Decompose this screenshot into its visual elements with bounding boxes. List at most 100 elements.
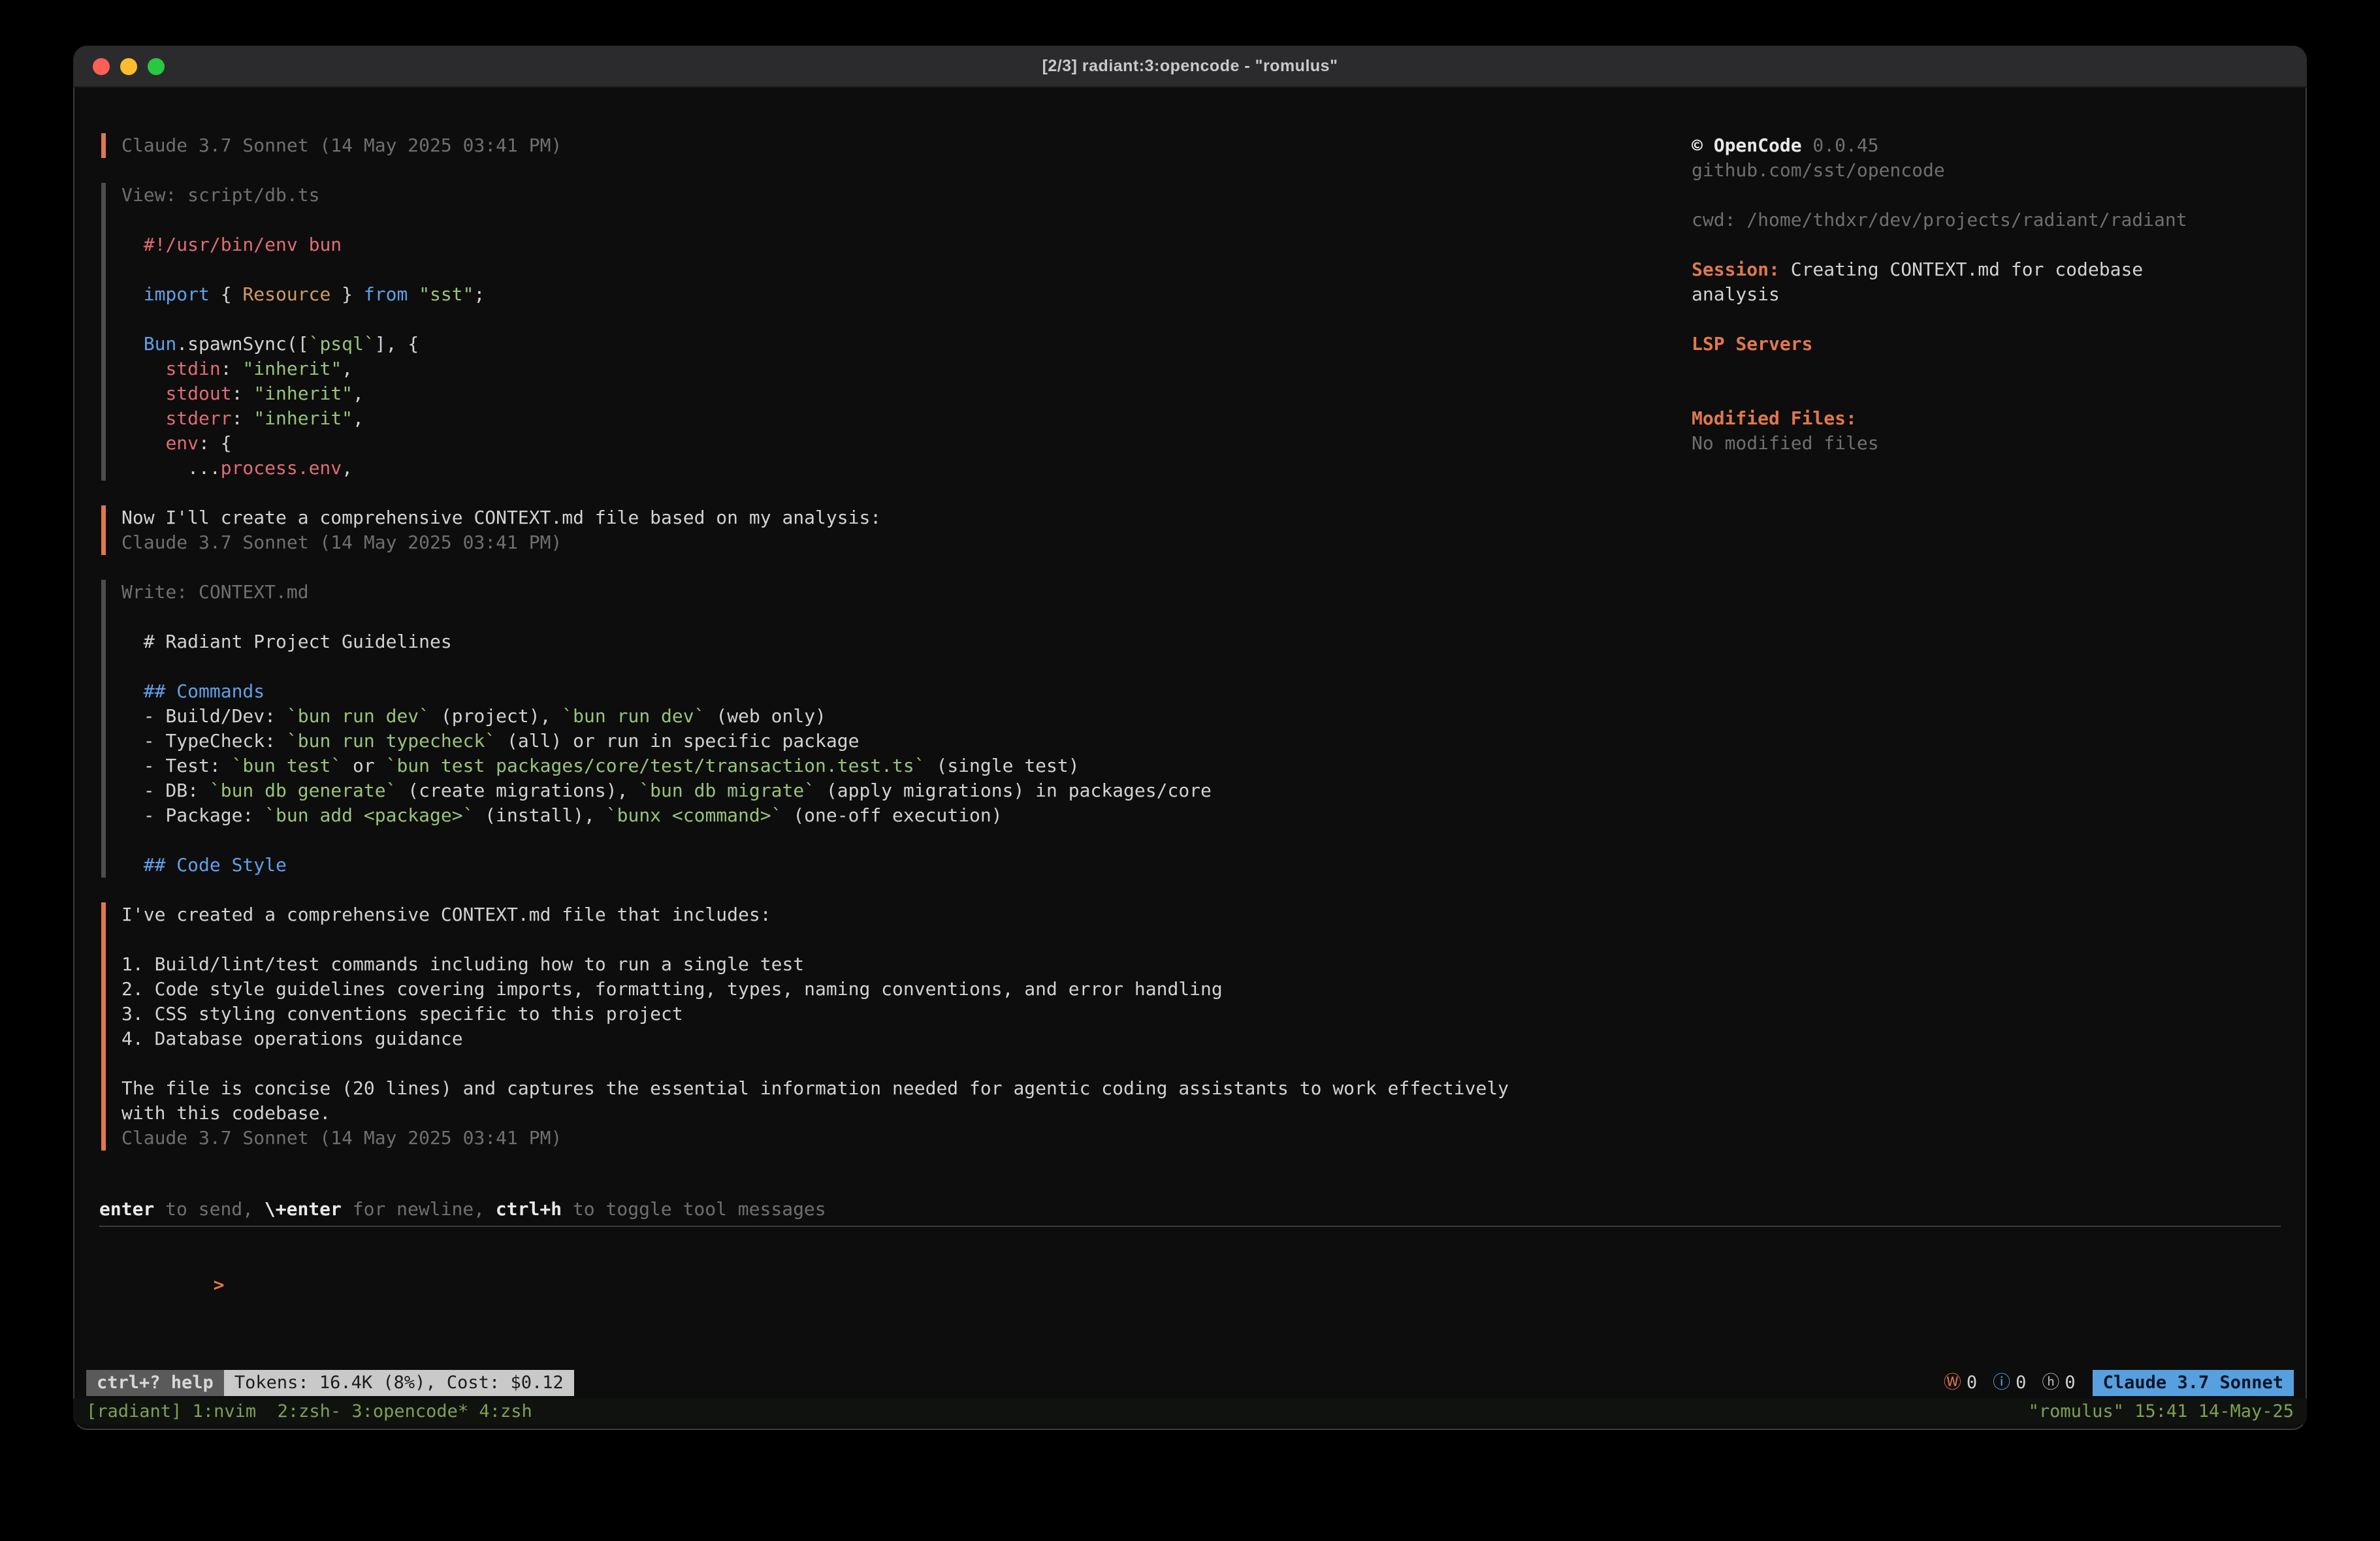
keybind-help: enter to send, \+enter for newline, ctrl… (99, 1197, 2281, 1222)
warnings-count-value: 0 (1967, 1371, 1977, 1395)
text-segment: `bun run dev` (287, 705, 430, 727)
sidebar-line (1692, 357, 2281, 381)
info-count: ⓘ0 (1993, 1371, 2026, 1395)
chat-line (121, 605, 1615, 629)
window-titlebar: [2/3] radiant:3:opencode - "romulus" (73, 46, 2307, 87)
chat-line (121, 654, 1615, 679)
text-segment: ; (474, 283, 485, 305)
input-area: enter to send, \+enter for newline, ctrl… (99, 1197, 2281, 1369)
sidebar-line (1692, 232, 2281, 257)
text-segment: 1. Build/lint/test commands including ho… (121, 953, 804, 975)
minimize-button[interactable] (120, 58, 137, 75)
tmux-status-bar: [radiant] 1:nvim 2:zsh- 3:opencode* 4:zs… (73, 1399, 2307, 1425)
help-line: enter to send, \+enter for newline, ctrl… (99, 1197, 2281, 1222)
chat-line: Claude 3.7 Sonnet (14 May 2025 03:41 PM) (121, 1126, 1615, 1151)
text-segment: "sst" (419, 283, 474, 305)
warnings-count: Ⓦ0 (1944, 1371, 1977, 1395)
text-segment: (install), (474, 804, 605, 826)
text-segment (121, 432, 165, 454)
tool-write-block: Write: CONTEXT.md # Radiant Project Guid… (101, 580, 1615, 878)
text-segment: \+enter (265, 1198, 342, 1220)
text-segment: env (165, 432, 199, 454)
text-segment (121, 358, 165, 379)
text-segment: `bunx <command>` (606, 804, 782, 826)
text-segment: github.com/sst/opencode (1692, 159, 1945, 181)
text-segment (121, 680, 144, 702)
text-segment: No modified files (1692, 432, 1879, 454)
chat-line: - Build/Dev: `bun run dev` (project), `b… (121, 704, 1615, 729)
sidebar: © OpenCode 0.0.45github.com/sst/opencode… (1692, 133, 2281, 456)
chat-line: - DB: `bun db generate` (create migratio… (121, 778, 1615, 803)
chat-line: The file is concise (20 lines) and captu… (121, 1076, 1615, 1101)
text-segment: `bun db generate` (210, 780, 397, 801)
text-segment: `bun db migrate` (639, 780, 815, 801)
sidebar-line: © OpenCode 0.0.45 (1692, 133, 2281, 158)
chat-line (121, 828, 1615, 853)
text-segment: The file is concise (20 lines) and captu… (121, 1077, 1509, 1099)
chat-line: stderr: "inherit", (121, 406, 1615, 431)
chat-line (121, 257, 1615, 282)
text-segment: `bun run dev` (562, 705, 705, 727)
info-count-icon: ⓘ (1993, 1371, 2010, 1395)
text-segment: `psql` (309, 333, 375, 355)
text-segment: : (232, 407, 254, 429)
text-segment: to send, (154, 1198, 265, 1220)
chat-line (121, 927, 1615, 952)
text-segment: Creating CONTEXT.md for codebase (1780, 259, 2143, 280)
chat-line: #!/usr/bin/env bun (121, 232, 1615, 257)
text-segment: 0.0.45 (1802, 135, 1879, 156)
tmux-windows[interactable]: [radiant] 1:nvim 2:zsh- 3:opencode* 4:zs… (86, 1399, 532, 1424)
close-button[interactable] (93, 58, 110, 75)
chat-line: Bun.spawnSync([`psql`], { (121, 332, 1615, 357)
text-segment: - TypeCheck: (121, 730, 287, 752)
sidebar-line: Session: Creating CONTEXT.md for codebas… (1692, 257, 2281, 282)
sidebar-line (1692, 307, 2281, 332)
text-segment: : { (199, 432, 232, 454)
text-segment: `bun test packages/core/test/transaction… (386, 755, 925, 776)
text-segment: stderr (165, 407, 231, 429)
diagnostics-summary: Ⓦ0ⓘ0ⓗ0 (1935, 1371, 2076, 1395)
text-segment: # Radiant Project Guidelines (121, 631, 452, 652)
chat-line: env: { (121, 431, 1615, 456)
text-segment: Claude 3.7 Sonnet (14 May 2025 03:41 PM) (121, 135, 562, 156)
sidebar-line: analysis (1692, 282, 2281, 307)
text-segment: (create migrations), (396, 780, 639, 801)
sidebar-line: LSP Servers (1692, 332, 2281, 357)
chat-line: import { Resource } from "sst"; (121, 282, 1615, 307)
text-segment (121, 383, 165, 404)
text-segment: Now I'll create a comprehensive CONTEXT.… (121, 507, 881, 528)
text-segment: Claude 3.7 Sonnet (14 May 2025 03:41 PM) (121, 532, 562, 553)
sidebar-line: cwd: /home/thdxr/dev/projects/radiant/ra… (1692, 208, 2281, 232)
text-segment: `bun add <package>` (265, 804, 474, 826)
window-title: [2/3] radiant:3:opencode - "romulus" (1042, 57, 1338, 76)
text-segment: stdin (165, 358, 220, 379)
text-segment (121, 333, 144, 355)
chat-line: stdout: "inherit", (121, 381, 1615, 406)
model-chip: Claude 3.7 Sonnet (2093, 1370, 2294, 1396)
help-chip[interactable]: ctrl+? help (86, 1370, 224, 1396)
tool-view-block: View: script/db.ts #!/usr/bin/env bun im… (101, 183, 1615, 481)
hints-count-icon: ⓗ (2042, 1371, 2059, 1395)
chat-line: with this codebase. (121, 1101, 1615, 1126)
chat-line: View: script/db.ts (121, 183, 1615, 208)
chat-line (121, 307, 1615, 332)
chat-line: # Radiant Project Guidelines (121, 629, 1615, 654)
sidebar-line (1692, 381, 2281, 406)
chat-line: I've created a comprehensive CONTEXT.md … (121, 902, 1615, 927)
text-segment: Write: CONTEXT.md (121, 581, 309, 603)
prompt-input[interactable]: > (99, 1248, 2281, 1322)
sidebar-line: Modified Files: (1692, 406, 2281, 431)
text-segment: "inherit" (242, 358, 342, 379)
terminal-window: [2/3] radiant:3:opencode - "romulus" Cla… (73, 46, 2307, 1430)
text-segment: import (144, 283, 210, 305)
text-segment: with this codebase. (121, 1102, 330, 1124)
traffic-lights (93, 46, 165, 87)
chat-line: ...process.env, (121, 456, 1615, 481)
text-segment: : (221, 358, 243, 379)
info-count-value: 0 (2016, 1371, 2026, 1395)
assistant-header-block: Claude 3.7 Sonnet (14 May 2025 03:41 PM) (101, 133, 1615, 158)
text-segment: - DB: (121, 780, 210, 801)
zoom-button[interactable] (148, 58, 165, 75)
text-segment: - Test: (121, 755, 232, 776)
chat-line: stdin: "inherit", (121, 357, 1615, 381)
